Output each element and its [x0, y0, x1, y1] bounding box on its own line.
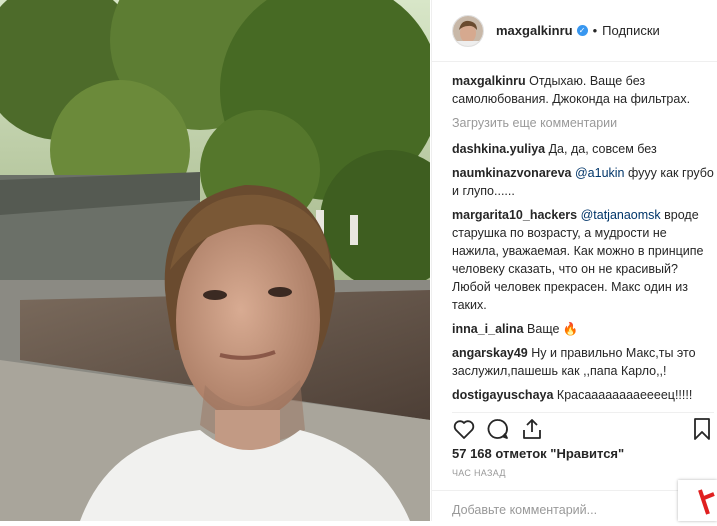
list-item: angarskay49 Ну и правильно Макс,ты это з…: [452, 344, 714, 380]
comment-username[interactable]: naumkinazvonareva: [452, 166, 572, 180]
add-comment-input[interactable]: Добавьте комментарий...: [432, 490, 717, 521]
bookmark-icon[interactable]: [690, 417, 714, 441]
comment-mention[interactable]: @a1ukin: [575, 166, 625, 180]
list-item: dostigayuschaya Красааааааааеееец!!!!!: [452, 386, 714, 404]
comment-username[interactable]: angarskay49: [452, 346, 528, 360]
load-more-comments[interactable]: Загрузить еще комментарии: [452, 114, 714, 132]
comment-username[interactable]: dashkina.yuliya: [452, 142, 545, 156]
verified-badge-icon: ✓: [576, 25, 588, 36]
comment-username[interactable]: margarita10_hackers: [452, 208, 577, 222]
share-icon[interactable]: [520, 417, 544, 441]
list-item: inna_i_alina Ваще 🔥: [452, 320, 714, 338]
header-username[interactable]: maxgalkinru: [496, 23, 573, 38]
post-timestamp: ЧАС НАЗАД: [452, 468, 506, 478]
post-header: maxgalkinru ✓ • Подписки: [432, 0, 717, 62]
comment-text: Ваще 🔥: [527, 322, 579, 336]
comment-username[interactable]: maxgalkinru: [452, 74, 526, 88]
list-item: naumkinazvonareva @a1ukin фууу как грубо…: [452, 164, 714, 200]
comment-icon[interactable]: [486, 417, 510, 441]
comment-text: Красааааааааеееец!!!!!: [556, 388, 693, 402]
follow-button[interactable]: Подписки: [602, 23, 660, 38]
caption: maxgalkinru Отдыхаю. Ваще без самолюбова…: [452, 72, 714, 108]
header-separator: •: [592, 23, 598, 38]
heart-icon[interactable]: [452, 417, 476, 441]
comments-list: maxgalkinru Отдыхаю. Ваще без самолюбова…: [452, 72, 714, 406]
comment-username[interactable]: dostigayuschaya: [452, 388, 553, 402]
likes-count[interactable]: 57 168 отметок "Нравится": [452, 446, 624, 461]
post-sidebar: maxgalkinru ✓ • Подписки maxgalkinru Отд…: [431, 0, 717, 521]
list-item: dashkina.yuliya Да, да, совсем без: [452, 140, 714, 158]
comment-text: вроде старушка по возрасту, а мудрости н…: [452, 208, 704, 312]
comment-mention[interactable]: @tatjanaomsk: [581, 208, 661, 222]
list-item: margarita10_hackers @tatjanaomsk вроде с…: [452, 206, 714, 314]
post-photo[interactable]: [0, 0, 430, 521]
overlay-logo-badge: [678, 480, 717, 521]
comment-username[interactable]: inna_i_alina: [452, 322, 524, 336]
comment-text: Да, да, совсем без: [548, 142, 657, 156]
avatar[interactable]: [452, 14, 484, 47]
action-bar: [452, 412, 714, 443]
